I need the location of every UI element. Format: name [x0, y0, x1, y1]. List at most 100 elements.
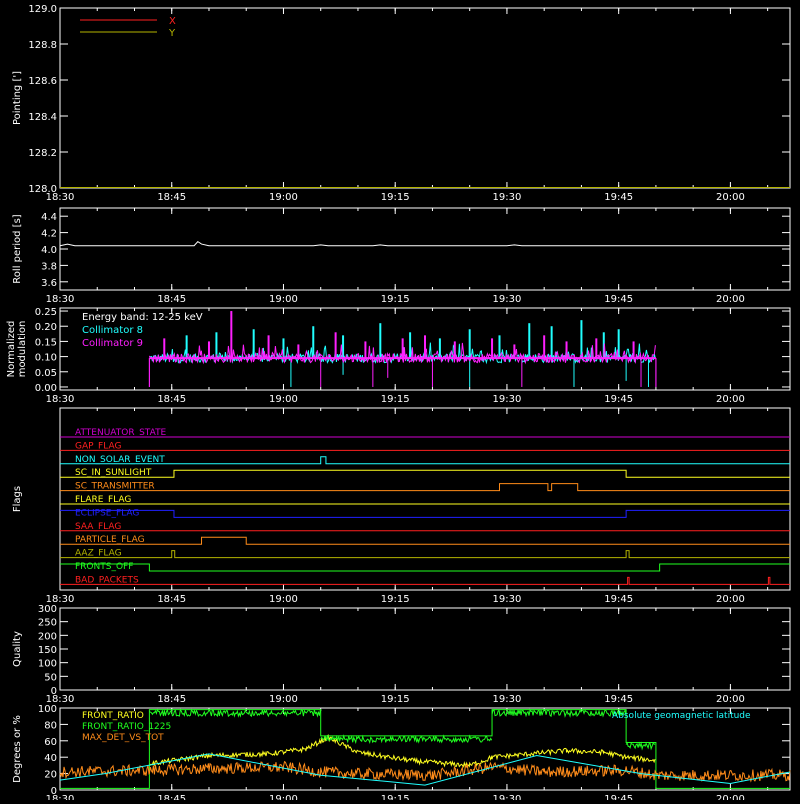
x-tick-label: 20:00 — [716, 794, 745, 800]
y-tick-label: 128.4 — [28, 112, 57, 123]
plot-frame — [59, 407, 791, 591]
y-axis-label: Degrees or % — [12, 715, 23, 783]
series-noise — [625, 741, 656, 751]
y-tick-label: 0 — [51, 786, 57, 797]
flag-trace — [60, 483, 790, 492]
x-tick-label: 18:45 — [157, 694, 186, 705]
plot-page: 18:30 18:45 19:00 19:15 19:30 19:45 20:00 128.0… — [0, 0, 800, 804]
flag-gap-flag: GAP_FLAG — [60, 441, 790, 451]
y-tick-label: 0.05 — [35, 368, 57, 379]
legend-label: X — [169, 16, 176, 27]
flag-non-solar-event: NON_SOLAR_EVENT — [60, 455, 790, 465]
legend-front-ratio: FRONT_RATIO — [82, 711, 144, 721]
x-tick-label: 19:45 — [604, 192, 633, 203]
flag-label: GAP_FLAG — [75, 441, 121, 451]
y-axis-label: Quality — [12, 631, 23, 667]
flag-label: SC_TRANSMITTER — [75, 482, 155, 492]
flag-label: FLARE_FLAG — [75, 495, 131, 505]
x-tick-label: 19:15 — [381, 394, 410, 405]
x-tick-label: 18:45 — [157, 594, 186, 605]
y-tick-label: 250 — [38, 618, 57, 629]
x-tick-label: 19:15 — [381, 794, 410, 800]
y-tick-label: 150 — [38, 645, 57, 656]
flag-saa-flag: SAA_FLAG — [60, 522, 790, 532]
x-tick-label: 19:15 — [381, 694, 410, 705]
legend-max-det-vs-tot: MAX_DET_VS_TOT — [82, 733, 164, 743]
y-tick-label: 0.25 — [35, 307, 57, 318]
panel-4: 18:30 18:45 19:00 19:15 19:30 19:45 20:00Flags… — [12, 407, 791, 605]
flag-label: SC_IN_SUNLIGHT — [75, 468, 152, 478]
flag-trace — [60, 509, 790, 518]
panel-1: 18:30 18:45 19:00 19:15 19:30 19:45 20:00128.0… — [12, 4, 791, 203]
flag-label: AAZ_FLAG — [75, 549, 122, 559]
x-tick-label: 19:00 — [269, 694, 298, 705]
flag-trace — [60, 563, 790, 572]
x-tick-label: 19:15 — [381, 294, 410, 305]
x-tick-label: 18:45 — [157, 192, 186, 203]
flag-flare-flag: FLARE_FLAG — [60, 495, 790, 505]
flag-trace — [60, 550, 790, 559]
y-tick-label: 0.15 — [35, 337, 57, 348]
plot-frame — [59, 607, 791, 691]
x-tick-label: 19:45 — [604, 394, 633, 405]
legend-front-ratio-1225: FRONT_RATIO_1225 — [82, 722, 171, 732]
series-noise — [491, 708, 627, 718]
y-axis-label: Roll period [s] — [12, 214, 23, 283]
y-tick-label: 100 — [38, 704, 57, 715]
y-tick-label: 3.8 — [41, 261, 57, 272]
x-tick-labels: 18:30 18:45 19:00 19:15 19:30 19:45 20:00 — [46, 192, 745, 203]
flag-trace — [60, 469, 790, 478]
x-tick-label: 19:30 — [493, 794, 522, 800]
y-tick-label: 4.2 — [41, 229, 57, 240]
roll-period-line — [59, 240, 790, 247]
flag-eclipse-flag: ECLIPSE_FLAG — [60, 508, 790, 518]
x-tick-label: 19:30 — [493, 694, 522, 705]
y-tick-label: 129.0 — [28, 4, 57, 15]
flag-trace — [60, 456, 790, 465]
flag-trace — [60, 536, 790, 545]
flag-trace — [60, 576, 790, 585]
x-tick-label: 19:45 — [604, 694, 633, 705]
flag-aaz-flag: AAZ_FLAG — [60, 549, 790, 559]
x-tick-label: 18:30 — [46, 394, 75, 405]
y-tick-label: 128.6 — [28, 76, 57, 87]
x-tick-label: 19:00 — [269, 794, 298, 800]
legend-collimator-8: Collimator 8 — [82, 325, 143, 336]
x-tick-labels: 18:30 18:45 19:00 19:15 19:30 19:45 20:00 — [46, 294, 745, 305]
x-tick-labels: 18:30 18:45 19:00 19:15 19:30 19:45 20:00 — [46, 794, 745, 804]
x-tick-label: 20:00 — [716, 394, 745, 405]
y-axis-label: Pointing ['] — [12, 71, 23, 125]
y-tick-label: 40 — [44, 753, 57, 764]
panel-2: 18:30 18:45 19:00 19:15 19:30 19:45 20:00 3.6 3.… — [12, 207, 791, 305]
series-collimator-9 — [148, 311, 657, 387]
flag-sc-transmitter: SC_TRANSMITTER — [60, 482, 790, 492]
x-tick-labels: 18:30 18:45 19:00 19:15 19:30 19:45 20:00 — [46, 594, 745, 605]
x-tick-label: 19:15 — [381, 594, 410, 605]
flag-attenuator-state: ATTENUATOR_STATE — [60, 428, 790, 438]
x-tick-label: 19:00 — [269, 594, 298, 605]
y-tick-label: 0.10 — [35, 353, 57, 364]
panel-5: 18:30 18:45 19:00 19:15 19:30 19:45 20:0005010… — [12, 604, 791, 705]
plot-frame — [59, 207, 791, 291]
x-tick-label: 18:45 — [157, 794, 186, 800]
x-tick-label: 19:45 — [604, 794, 633, 800]
flag-label: SAA_FLAG — [75, 522, 121, 532]
quicklook-figure: 18:30 18:45 19:00 19:15 19:30 19:45 20:00 128.0… — [6, 4, 791, 804]
panel-6: 18:30 18:45 19:00 19:15 19:30 19:45 20:0002040… — [12, 704, 791, 804]
x-tick-labels: 18:30 18:45 19:00 19:15 19:30 19:45 20:00 — [46, 394, 745, 405]
x-tick-label: 19:45 — [604, 594, 633, 605]
y-tick-label: 0.00 — [35, 383, 57, 394]
y-tick-label: 80 — [44, 720, 57, 731]
y-axis-label: Normalized modulation — [6, 321, 28, 378]
x-tick-label: 19:30 — [493, 192, 522, 203]
y-tick-label: 100 — [38, 659, 57, 670]
x-tick-label: 19:30 — [493, 394, 522, 405]
x-tick-label: 20:00 — [716, 694, 745, 705]
y-tick-label: 128.0 — [28, 184, 57, 195]
x-tick-label: 19:00 — [269, 192, 298, 203]
y-tick-label: 4.0 — [41, 245, 57, 256]
legend-geomagnetic-latitude: Absolute geomagnetic latitude — [612, 711, 751, 721]
flag-label: ATTENUATOR_STATE — [75, 428, 167, 438]
legend-label: Y — [168, 28, 176, 39]
y-tick-label: 3.6 — [41, 278, 57, 289]
